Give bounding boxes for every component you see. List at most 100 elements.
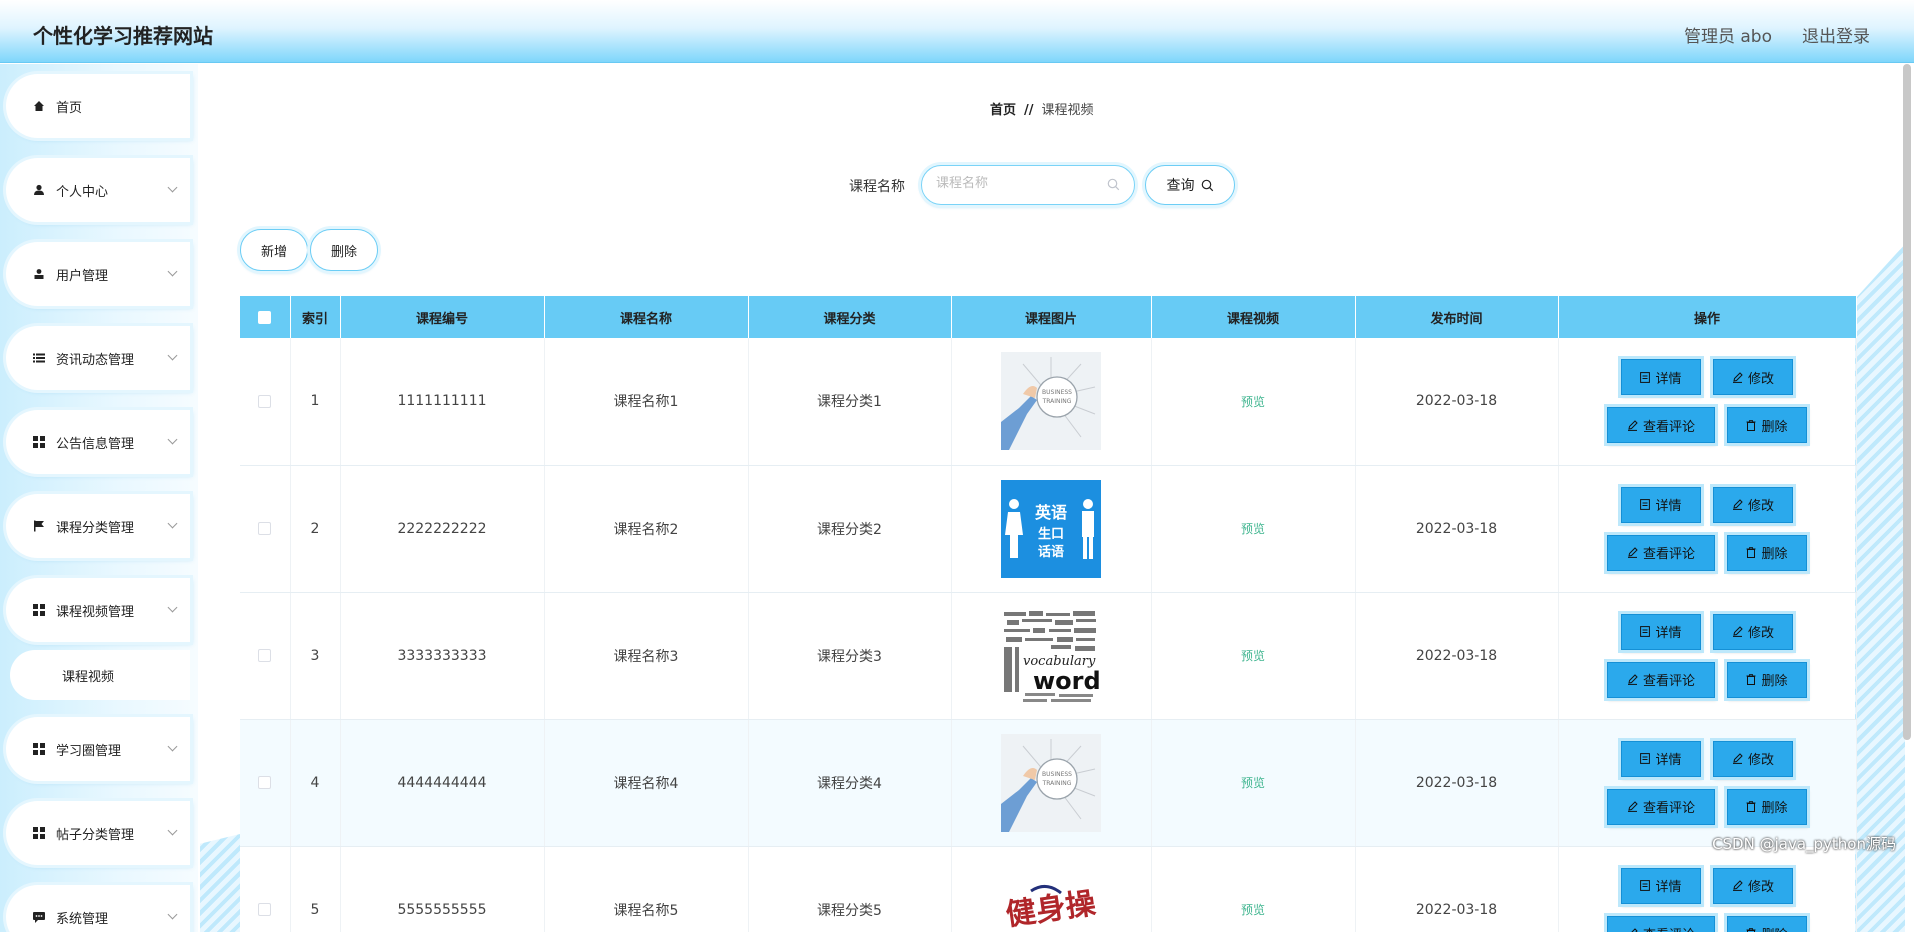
sidebar-item-personal-center[interactable]: 个人中心: [6, 158, 190, 222]
vertical-scrollbar[interactable]: [1903, 64, 1911, 740]
course-image-cell: BUSINESS TRAINING: [951, 338, 1152, 466]
view-comments-button[interactable]: 查看评论: [1607, 788, 1715, 825]
query-button[interactable]: 查询: [1145, 165, 1235, 205]
edit-button[interactable]: 修改: [1713, 867, 1793, 904]
row-checkbox[interactable]: [258, 522, 272, 535]
course-name-cell: 课程名称2: [544, 465, 749, 593]
view-comments-label: 查看评论: [1642, 547, 1695, 562]
table-row: 2 2222222222 课程名称2 课程分类2 英语 生口 话语 预览 202…: [240, 465, 1857, 593]
sidebar-item-label: 个人中心: [56, 184, 109, 200]
delete-button[interactable]: 删除: [1727, 661, 1807, 698]
course-code-cell: 5555555555: [340, 846, 545, 932]
search-icon: [1107, 178, 1120, 195]
edit-icon: [1732, 753, 1743, 764]
edit-button[interactable]: 修改: [1713, 613, 1793, 650]
search-input[interactable]: [936, 176, 1106, 191]
edit-icon: [1732, 880, 1743, 891]
select-all-header[interactable]: [240, 296, 291, 338]
home-icon: [32, 99, 46, 113]
detail-button[interactable]: 详情: [1621, 740, 1701, 777]
column-header: 课程视频: [1151, 296, 1356, 338]
batch-delete-button[interactable]: 删除: [310, 229, 378, 271]
chevron-down-icon: [167, 741, 178, 752]
preview-link[interactable]: 预览: [1241, 776, 1265, 790]
sidebar-item-notice-management[interactable]: 公告信息管理: [6, 410, 190, 474]
detail-button[interactable]: 详情: [1621, 359, 1701, 396]
sidebar-item-news-management[interactable]: 资讯动态管理: [6, 326, 190, 390]
sidebar-item-user-management[interactable]: 用户管理: [6, 242, 190, 306]
main-content: 首页 // 课程视频 课程名称 查询 新增 删除 索引 课程编号 课程名称 课程分类…: [200, 64, 1914, 932]
chevron-down-icon: [167, 350, 178, 361]
index-cell: 1: [290, 338, 341, 466]
flag-icon: [32, 519, 46, 533]
view-comments-label: 查看评论: [1642, 674, 1695, 689]
trash-icon: [1746, 928, 1756, 932]
detail-label: 详情: [1655, 753, 1682, 768]
row-checkbox[interactable]: [258, 394, 272, 408]
course-image-cell: 健身操: [951, 846, 1152, 932]
sidebar-item-home[interactable]: 首页: [6, 74, 190, 138]
logout-link[interactable]: 退出登录: [1802, 22, 1870, 47]
image-caption-line: 英语: [1034, 503, 1067, 522]
delete-label: 删除: [1761, 924, 1787, 932]
sidebar-item-course-category-management[interactable]: 课程分类管理: [6, 494, 190, 558]
index-cell: 5: [290, 846, 341, 932]
table-row: 5 5555555555 课程名称5 课程分类5 健身操 预览 2022-03-…: [240, 846, 1857, 932]
row-checkbox[interactable]: [258, 903, 272, 916]
add-button[interactable]: 新增: [240, 229, 308, 271]
preview-link[interactable]: 预览: [1241, 649, 1265, 663]
user-manage-icon: [32, 267, 46, 281]
sidebar-item-label: 首页: [56, 100, 83, 116]
publish-date-cell: 2022-03-18: [1355, 338, 1559, 466]
course-video-table: 索引 课程编号 课程名称 课程分类 课程图片 课程视频 发布时间 操作 1 11…: [240, 296, 1857, 932]
delete-button[interactable]: 删除: [1727, 407, 1807, 444]
document-icon: [1640, 499, 1651, 510]
delete-label: 删除: [1761, 419, 1788, 435]
delete-button[interactable]: 删除: [1727, 915, 1807, 932]
breadcrumb-current: 课程视频: [1041, 103, 1094, 118]
edit-button[interactable]: 修改: [1713, 740, 1793, 777]
search-box: [921, 165, 1135, 205]
row-select-cell: [240, 719, 291, 847]
sidebar-item-label: 系统管理: [56, 911, 109, 927]
publish-date-cell: 2022-03-18: [1355, 719, 1559, 847]
user-icon: [32, 183, 46, 197]
detail-button[interactable]: 详情: [1621, 486, 1701, 523]
detail-button[interactable]: 详情: [1621, 867, 1701, 904]
preview-link[interactable]: 预览: [1241, 395, 1265, 409]
row-checkbox[interactable]: [258, 649, 272, 662]
column-header: 课程图片: [951, 296, 1152, 338]
course-image-cell: 英语 生口 话语: [951, 465, 1152, 593]
sidebar-item-course-video-management[interactable]: 课程视频管理: [6, 578, 190, 642]
edit-button[interactable]: 修改: [1713, 359, 1793, 396]
view-comments-button[interactable]: 查看评论: [1607, 534, 1715, 571]
detail-label: 详情: [1655, 880, 1682, 895]
delete-button[interactable]: 删除: [1727, 534, 1807, 571]
edit-button[interactable]: 修改: [1713, 486, 1793, 523]
view-comments-button[interactable]: 查看评论: [1607, 407, 1715, 444]
svg-text:TRAINING: TRAINING: [1042, 398, 1072, 405]
sidebar-item-label: 资讯动态管理: [56, 352, 135, 368]
breadcrumb-home[interactable]: 首页: [990, 103, 1016, 118]
view-comments-button[interactable]: 查看评论: [1607, 661, 1715, 698]
sidebar-item-post-category-management[interactable]: 帖子分类管理: [6, 801, 190, 865]
preview-link[interactable]: 预览: [1241, 903, 1265, 917]
view-comments-button[interactable]: 查看评论: [1607, 915, 1715, 932]
index-cell: 3: [290, 592, 341, 720]
select-all-checkbox[interactable]: [258, 310, 272, 324]
row-checkbox[interactable]: [258, 776, 272, 789]
detail-button[interactable]: 详情: [1621, 613, 1701, 650]
preview-link[interactable]: 预览: [1241, 522, 1265, 536]
svg-text:BUSINESS: BUSINESS: [1042, 771, 1072, 778]
svg-text:TRAINING: TRAINING: [1042, 780, 1072, 787]
sidebar-item-study-circle-management[interactable]: 学习圈管理: [6, 717, 190, 781]
sidebar-item-system-management[interactable]: 系统管理: [6, 885, 190, 932]
sidebar-subitem-course-video[interactable]: 课程视频: [10, 650, 190, 700]
delete-button[interactable]: 删除: [1727, 788, 1807, 825]
delete-label: 删除: [1761, 547, 1788, 562]
publish-date-cell: 2022-03-18: [1355, 846, 1559, 932]
course-category-cell: 课程分类3: [748, 592, 952, 720]
grid-icon: [32, 742, 46, 756]
site-title: 个性化学习推荐网站: [33, 24, 213, 48]
document-icon: [1640, 371, 1651, 383]
